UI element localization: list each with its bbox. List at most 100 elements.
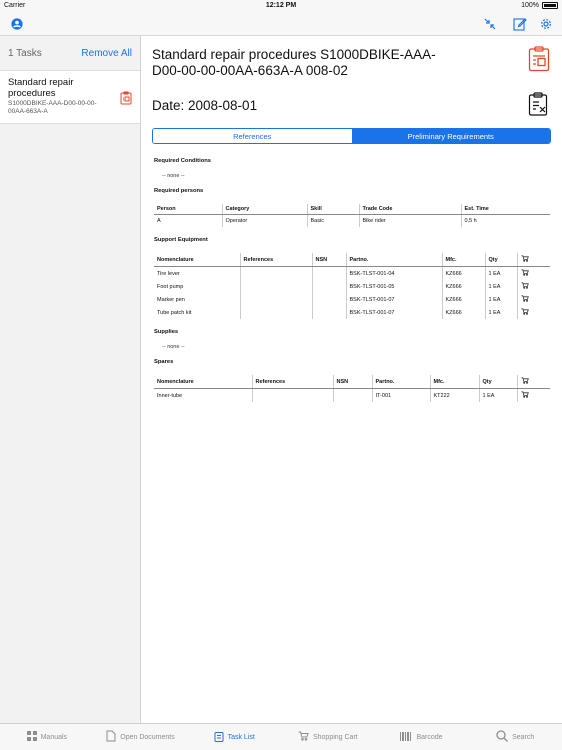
task-sidebar: 1 Tasks Remove All Standard repair proce… [0, 36, 141, 723]
column-header: Partno. [371, 375, 430, 389]
table-cell [311, 306, 346, 319]
task-list-icon [214, 731, 224, 744]
tab-task-list[interactable]: Task List [187, 724, 281, 750]
tab-manuals[interactable]: Manuals [0, 724, 94, 750]
edit-icon[interactable] [512, 16, 528, 32]
document-icon [106, 730, 116, 744]
table-row: Inner-tube IT-001 KT222 1 EA [154, 388, 550, 402]
sidebar-header: 1 Tasks Remove All [0, 36, 140, 70]
table-cell: Tire lever [157, 270, 180, 277]
clipboard-icon[interactable] [528, 46, 550, 77]
table-cell: Bike rider [358, 214, 461, 227]
document-date: Date: 2008-08-01 [152, 98, 258, 113]
clock: 12:12 PM [265, 2, 297, 9]
add-to-cart-icon[interactable] [521, 295, 529, 304]
table-cell: KZ666 [441, 293, 485, 306]
column-header: Category [221, 204, 307, 215]
requirements-content: Required Conditions -- none -- Required … [154, 154, 550, 402]
table-cell: IT-001 [371, 388, 430, 402]
column-header: Qty [484, 253, 517, 267]
table-cell: 1 EA [484, 306, 517, 319]
nav-bar [0, 12, 562, 36]
tab-search[interactable]: Search [468, 724, 562, 750]
battery-percent: 100% [521, 2, 539, 9]
supplies-none: -- none -- [162, 344, 185, 350]
status-bar: Carrier 12:12 PM 100% [0, 0, 562, 12]
add-to-cart-icon[interactable] [521, 269, 529, 278]
table-cell [239, 280, 312, 293]
collapse-icon[interactable] [482, 16, 498, 32]
user-icon[interactable] [9, 16, 25, 32]
column-header: Nomenclature [154, 253, 240, 267]
table-cell [239, 293, 312, 306]
tab-label: Shopping Cart [312, 733, 358, 741]
column-header: Skill [306, 204, 359, 215]
required-persons-table: Person Category Skill Trade Code Est. Ti… [154, 204, 550, 227]
table-cell: Tube patch kit [157, 309, 192, 316]
barcode-icon [400, 731, 412, 743]
column-header: Trade Code [358, 204, 461, 215]
grid-icon [26, 731, 37, 743]
column-header: Mfc. [441, 253, 485, 267]
task-list-item[interactable]: Standard repair procedures S1000DBIKE-AA… [0, 70, 140, 124]
table-cell: Inner-tube [157, 392, 183, 399]
table-cell: KT222 [429, 388, 479, 402]
column-header: NSN [332, 375, 372, 389]
supplies-title: Supplies [154, 329, 179, 335]
table-row: Tube patch kit BSK-TLST-001-07 KZ666 1 E… [154, 306, 550, 319]
table-cell [311, 293, 346, 306]
task-clipboard-icon[interactable] [120, 91, 132, 110]
column-header: Est. Time [460, 204, 550, 215]
table-cell: 0,5 h [460, 214, 550, 227]
table-cell: Marker pen [157, 296, 185, 303]
add-to-cart-icon[interactable] [521, 391, 529, 400]
remove-all-button[interactable]: Remove All [81, 48, 132, 59]
table-cell [311, 266, 346, 280]
tab-references[interactable]: References [153, 129, 352, 143]
column-header: References [239, 253, 312, 267]
table-cell: 1 EA [484, 280, 517, 293]
table-cell [251, 388, 333, 402]
settings-icon[interactable] [538, 16, 554, 32]
column-header: Nomenclature [154, 375, 252, 389]
table-cell [239, 266, 312, 280]
cart-icon [521, 377, 529, 386]
column-header: Qty [478, 375, 517, 389]
table-cell: 1 EA [478, 388, 517, 402]
add-to-cart-icon[interactable] [521, 308, 529, 317]
table-cell: Operator [221, 214, 307, 227]
battery-icon [542, 2, 558, 9]
tab-shopping-cart[interactable]: Shopping Cart [281, 724, 375, 750]
table-cell: A [157, 218, 161, 224]
clipboard-close-icon[interactable] [528, 92, 548, 121]
view-segmented-control: References Preliminary Requirements [152, 128, 551, 144]
battery-indicator: 100% [521, 2, 558, 9]
table-cell: KZ666 [441, 280, 485, 293]
table-row: Tire lever BSK-TLST-001-04 KZ666 1 EA [154, 266, 550, 280]
table-cell: 1 EA [484, 293, 517, 306]
tab-barcode[interactable]: Barcode [375, 724, 469, 750]
column-header: References [251, 375, 333, 389]
cart-column-header [516, 375, 550, 389]
tab-label: Search [512, 733, 535, 741]
table-cell: Basic [306, 214, 359, 227]
table-cell: Foot pump [157, 283, 184, 290]
spares-table: Nomenclature References NSN Partno. Mfc.… [154, 375, 550, 402]
cart-icon [298, 731, 309, 743]
table-cell: BSK-TLST-001-07 [345, 306, 442, 319]
table-row: Marker pen BSK-TLST-001-07 KZ666 1 EA [154, 293, 550, 306]
tab-open-documents[interactable]: Open Documents [94, 724, 188, 750]
tab-label: Manuals [40, 733, 68, 741]
spares-title: Spares [154, 359, 174, 365]
tab-preliminary-requirements[interactable]: Preliminary Requirements [351, 129, 550, 143]
table-cell: BSK-TLST-001-05 [345, 280, 442, 293]
tab-bar: Manuals Open Documents Task List Shoppin… [0, 723, 562, 750]
add-to-cart-icon[interactable] [521, 282, 529, 291]
support-equipment-table: Nomenclature References NSN Partno. Mfc.… [154, 253, 550, 319]
table-cell: BSK-TLST-001-04 [345, 266, 442, 280]
column-header: Person [154, 204, 222, 215]
required-persons-title: Required persons [154, 188, 204, 194]
required-conditions-title: Required Conditions [154, 158, 212, 164]
table-cell [332, 388, 372, 402]
search-icon [496, 730, 509, 744]
